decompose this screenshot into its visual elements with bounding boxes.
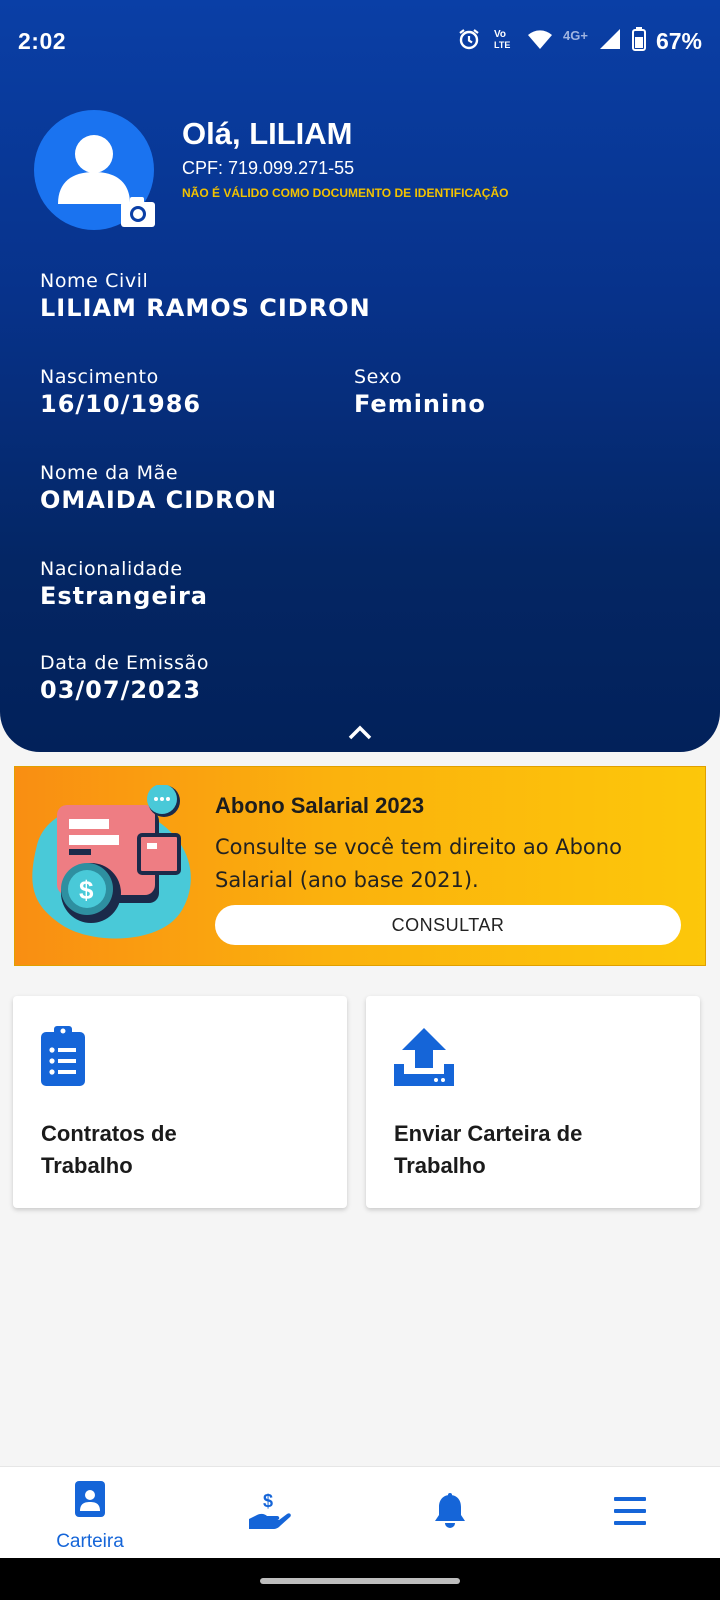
nav-abono[interactable]: $ bbox=[180, 1467, 360, 1559]
field-value: OMAIDA CIDRON bbox=[40, 486, 278, 514]
battery-icon bbox=[631, 27, 646, 56]
home-gesture-handle[interactable] bbox=[260, 1578, 460, 1584]
field-value: Estrangeira bbox=[40, 582, 208, 610]
field-label: Nascimento bbox=[40, 366, 159, 388]
gesture-bar bbox=[0, 1558, 720, 1600]
field-nacionalidade: Nacionalidade Estrangeira bbox=[40, 558, 208, 610]
field-sexo: Sexo Feminino bbox=[354, 366, 486, 418]
clipboard-list-icon bbox=[41, 1026, 85, 1091]
consultar-button[interactable]: CONSULTAR bbox=[215, 905, 681, 945]
nav-label: Carteira bbox=[56, 1531, 124, 1552]
svg-text:LTE: LTE bbox=[494, 40, 510, 50]
card-title: Contratos de Trabalho bbox=[41, 1121, 177, 1178]
network-type: 4G+ bbox=[563, 28, 588, 43]
status-time: 2:02 bbox=[18, 28, 67, 54]
nav-menu[interactable] bbox=[540, 1467, 720, 1559]
status-bar: 2:02 Vo LTE 4G+ 67% bbox=[0, 0, 720, 84]
field-data-emissao: Data de Emissão 03/07/2023 bbox=[40, 652, 209, 704]
card-contratos-trabalho[interactable]: Contratos de Trabalho bbox=[13, 996, 347, 1208]
field-label: Nacionalidade bbox=[40, 558, 183, 580]
card-title: Enviar Carteira de Trabalho bbox=[394, 1121, 583, 1178]
field-label: Nome Civil bbox=[40, 270, 149, 292]
profile-header: 2:02 Vo LTE 4G+ 67% Olá, LILIAM CPF: 719… bbox=[0, 0, 720, 752]
status-icons: Vo LTE 4G+ 67% bbox=[457, 26, 702, 57]
abono-promo-banner[interactable]: $ Abono Salarial 2023 Consulte se você t… bbox=[14, 766, 706, 966]
battery-percent: 67% bbox=[655, 28, 702, 54]
svg-text:$: $ bbox=[79, 875, 94, 905]
svg-text:Vo: Vo bbox=[494, 29, 506, 40]
wifi-icon bbox=[527, 28, 553, 55]
promo-title: Abono Salarial 2023 bbox=[215, 793, 425, 818]
hand-money-icon: $ bbox=[249, 1491, 291, 1536]
signal-icon bbox=[598, 27, 622, 56]
svg-text:$: $ bbox=[263, 1493, 273, 1511]
menu-icon bbox=[614, 1497, 646, 1530]
nav-notificacoes[interactable] bbox=[360, 1467, 540, 1559]
field-nascimento: Nascimento 16/10/1986 bbox=[40, 366, 201, 418]
field-value: 16/10/1986 bbox=[40, 390, 202, 418]
camera-icon[interactable] bbox=[120, 196, 156, 233]
field-nome-mae: Nome da Mãe OMAIDA CIDRON bbox=[40, 462, 277, 514]
identification-warning: NÃO É VÁLIDO COMO DOCUMENTO DE IDENTIFIC… bbox=[182, 186, 509, 200]
card-enviar-carteira[interactable]: Enviar Carteira de Trabalho bbox=[366, 996, 700, 1208]
alarm-icon bbox=[457, 27, 481, 56]
volte-icon: Vo LTE bbox=[491, 26, 517, 57]
chevron-up-icon[interactable] bbox=[348, 724, 372, 745]
bottom-navigation: Carteira $ bbox=[0, 1466, 720, 1558]
field-label: Sexo bbox=[354, 366, 403, 388]
greeting: Olá, LILIAM bbox=[182, 116, 353, 151]
promo-description: Consulte se você tem direito ao Abono Sa… bbox=[215, 835, 622, 892]
nav-carteira[interactable]: Carteira bbox=[0, 1467, 180, 1559]
bell-icon bbox=[434, 1493, 466, 1534]
field-nome-civil: Nome Civil LILIAM RAMOS CIDRON bbox=[40, 270, 371, 322]
id-card-icon bbox=[75, 1481, 105, 1522]
field-value: LILIAM RAMOS CIDRON bbox=[40, 294, 371, 322]
field-value: 03/07/2023 bbox=[40, 676, 202, 704]
cpf-text: CPF: 719.099.271-55 bbox=[182, 158, 355, 178]
field-label: Data de Emissão bbox=[40, 652, 210, 674]
field-value: Feminino bbox=[354, 390, 486, 418]
wallet-money-illustration: $ bbox=[27, 784, 203, 950]
upload-tray-icon bbox=[394, 1026, 454, 1091]
field-label: Nome da Mãe bbox=[40, 462, 179, 484]
